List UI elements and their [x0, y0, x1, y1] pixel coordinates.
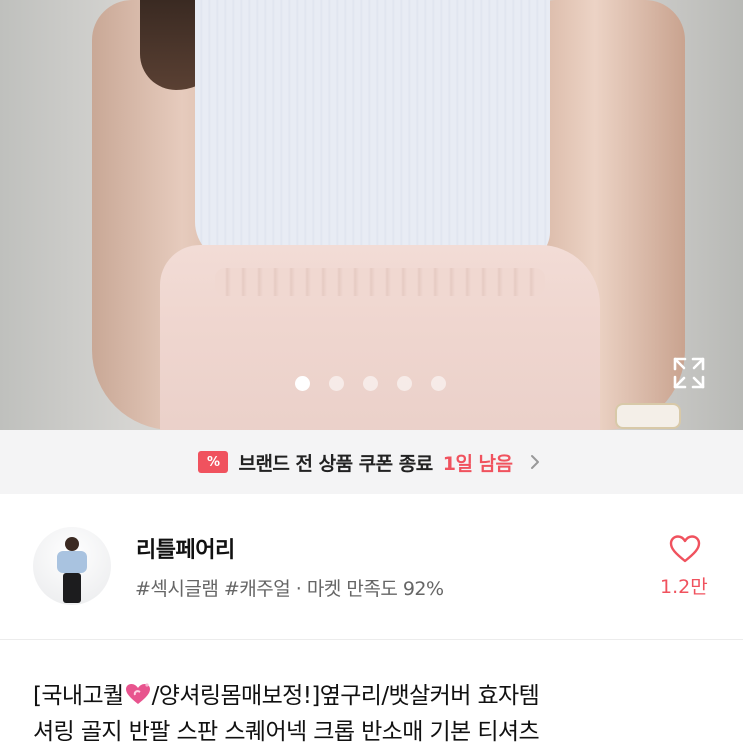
shop-avatar[interactable]: [33, 527, 111, 605]
shop-name[interactable]: 리틀페어리: [136, 532, 235, 564]
coupon-text: 브랜드 전 상품 쿠폰 종료: [238, 452, 433, 475]
product-title: [국내고퀄 /양셔링몸매보정!]옆구리/뱃살커버 효자템 셔링 골지 반팔 스판…: [33, 678, 723, 750]
coupon-icon: %: [198, 451, 229, 473]
image-figure: [617, 405, 679, 427]
coupon-banner[interactable]: % 브랜드 전 상품 쿠폰 종료 1일 남음: [0, 430, 743, 494]
avatar-figure: [65, 537, 79, 551]
gallery-pagination: [295, 376, 446, 391]
product-image[interactable]: [0, 0, 743, 430]
like-count: 1.2만: [660, 576, 708, 598]
coupon-remaining: 1일 남음: [442, 452, 513, 475]
title-part: 셔링 골지 반팔 스판 스퀘어넥 크롭 반소매 기본 티셔츠: [33, 719, 540, 745]
gallery-dot[interactable]: [363, 376, 378, 391]
heart-icon[interactable]: [669, 534, 701, 564]
avatar-figure: [63, 573, 81, 603]
image-figure: [195, 0, 550, 262]
gallery-dot[interactable]: [329, 376, 344, 391]
image-figure: [215, 268, 545, 296]
shop-info[interactable]: 리틀페어리 #섹시글램 #캐주얼 · 마켓 만족도 92% 1.2만: [0, 494, 743, 639]
gallery-dot[interactable]: [397, 376, 412, 391]
title-part: /양셔링몸매보정!]옆구리/뱃살커버 효자템: [151, 683, 540, 709]
title-part: [국내고퀄: [33, 683, 124, 709]
avatar-figure: [57, 551, 87, 573]
gallery-dot[interactable]: [431, 376, 446, 391]
gallery-dot-active[interactable]: [295, 376, 310, 391]
sparkling-heart-icon: [125, 683, 150, 704]
chevron-right-icon: [530, 455, 539, 469]
expand-icon[interactable]: [671, 355, 707, 391]
divider: [0, 639, 743, 640]
shop-tags: #섹시글램 #캐주얼 · 마켓 만족도 92%: [135, 578, 444, 600]
